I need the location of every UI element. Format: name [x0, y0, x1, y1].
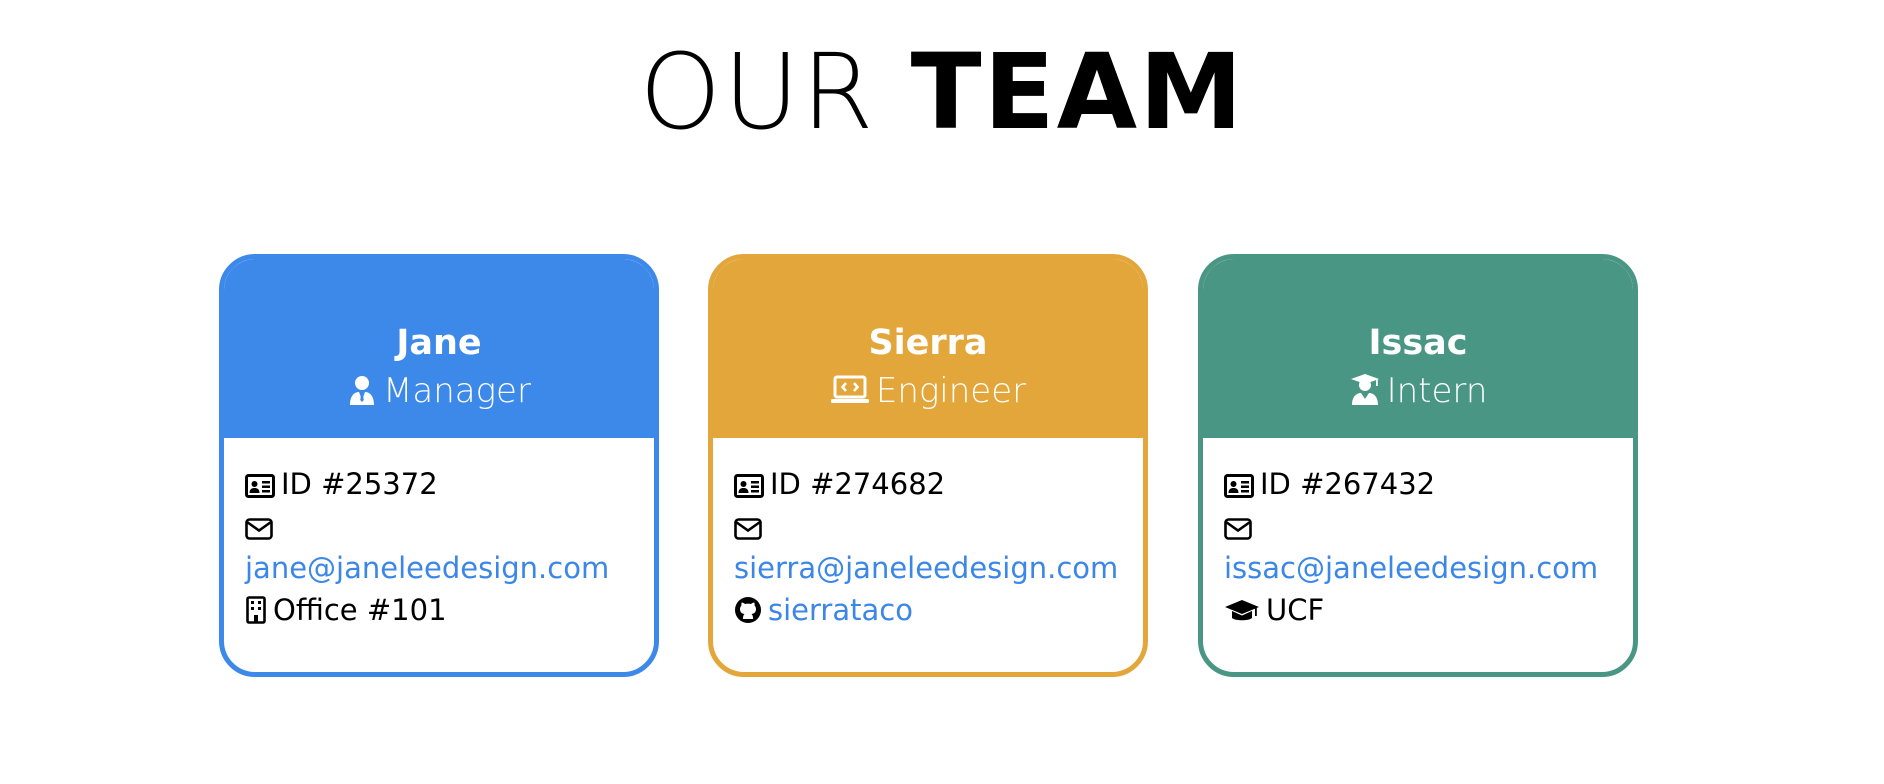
envelope-icon [1224, 518, 1252, 540]
card-school-text: UCF [1266, 593, 1325, 627]
envelope-icon [245, 518, 273, 540]
card-role-label: Engineer [875, 371, 1027, 411]
id-card-icon [734, 474, 764, 498]
card-office: Office #101 [245, 589, 633, 631]
card-email-icon-row [734, 505, 1122, 547]
id-card-icon [1224, 474, 1254, 498]
card-id: ID #274682 [734, 463, 1122, 505]
card-name: Sierra [868, 323, 988, 363]
card-role: Engineer [713, 369, 1143, 413]
user-graduate-icon [1350, 374, 1379, 405]
page-title: OUR TEAM [0, 32, 1884, 152]
card-email-icon-row [1224, 505, 1612, 547]
card-school: UCF [1224, 589, 1612, 631]
team-card-engineer: Sierra Engineer ID #274682 sierra@janele… [708, 254, 1148, 677]
card-id-text: ID #267432 [1260, 467, 1436, 501]
id-card-icon [245, 474, 275, 498]
email-link[interactable]: sierra@janeleedesign.com [734, 551, 1118, 585]
card-id: ID #267432 [1224, 463, 1612, 505]
card-name: Jane [396, 323, 482, 363]
card-email-row: sierra@janeleedesign.com [734, 547, 1122, 589]
card-role: Intern [1203, 369, 1633, 413]
laptop-code-icon [830, 375, 869, 403]
graduation-cap-icon [1225, 600, 1259, 621]
email-link[interactable]: issac@janeleedesign.com [1224, 551, 1598, 585]
card-id-text: ID #25372 [281, 467, 438, 501]
page-title-bold: TEAM [910, 31, 1245, 153]
card-header: Sierra Engineer [713, 259, 1143, 438]
card-body: ID #267432 issac@janeleedesign.com UCF [1203, 438, 1633, 631]
card-email-row: jane@janeleedesign.com [245, 547, 633, 589]
card-header: Jane Manager [224, 259, 654, 438]
user-tie-icon [350, 376, 375, 405]
card-email-icon-row [245, 505, 633, 547]
card-id-text: ID #274682 [770, 467, 946, 501]
team-card-intern: Issac Intern ID #267432 issac@janeleedes… [1198, 254, 1638, 677]
building-icon [246, 596, 266, 624]
card-office-text: Office #101 [273, 593, 447, 627]
card-name: Issac [1368, 323, 1468, 363]
card-body: ID #274682 sierra@janeleedesign.com sier… [713, 438, 1143, 631]
card-github: sierrataco [734, 589, 1122, 631]
github-link[interactable]: sierrataco [768, 593, 913, 627]
card-id: ID #25372 [245, 463, 633, 505]
team-card-manager: Jane Manager ID #25372 jane@janeleedesig… [219, 254, 659, 677]
card-body: ID #25372 jane@janeleedesign.com Office … [224, 438, 654, 631]
page-title-light: OUR [639, 31, 876, 153]
team-cards: Jane Manager ID #25372 jane@janeleedesig… [219, 254, 1665, 677]
envelope-icon [734, 518, 762, 540]
card-role-label: Manager [383, 371, 531, 411]
card-role-label: Intern [1386, 371, 1488, 411]
github-icon [735, 597, 761, 623]
card-header: Issac Intern [1203, 259, 1633, 438]
email-link[interactable]: jane@janeleedesign.com [245, 551, 609, 585]
card-email-row: issac@janeleedesign.com [1224, 547, 1612, 589]
card-role: Manager [224, 369, 654, 413]
